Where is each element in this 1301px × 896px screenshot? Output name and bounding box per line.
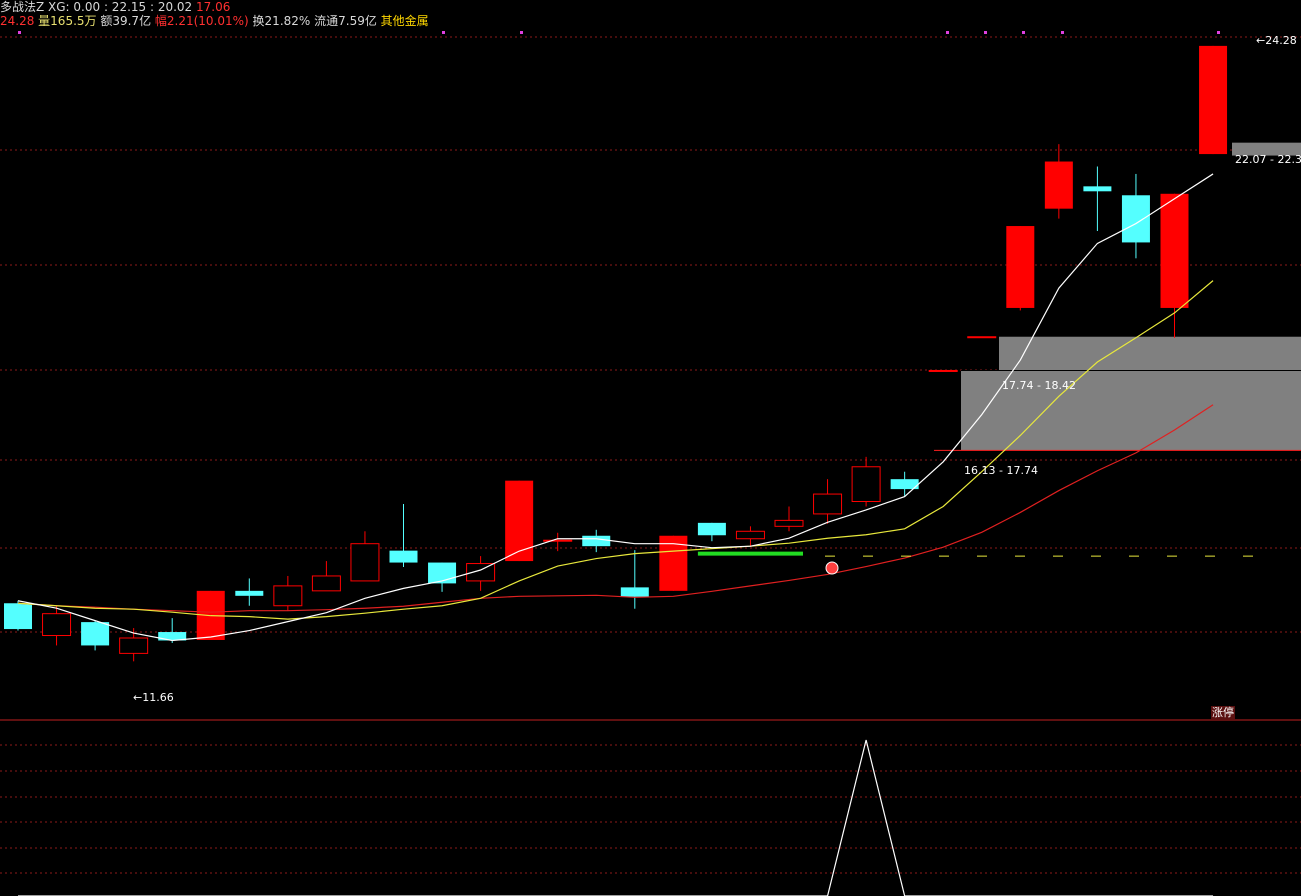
header-line-1: 多战法Z XG: 0.00 : 22.15 : 20.02 17.06 — [0, 0, 230, 14]
marker-dot — [1022, 31, 1025, 34]
candle-body — [543, 539, 573, 542]
candle-body — [311, 575, 341, 592]
marker-dot — [984, 31, 987, 34]
zone-label: 17.74 - 18.42 — [1002, 379, 1076, 392]
zone-label: 16.13 - 17.74 — [964, 464, 1038, 477]
candle-body — [428, 562, 457, 584]
price-zone — [999, 336, 1301, 371]
candle-body — [350, 543, 380, 582]
candle-body — [813, 493, 843, 515]
zone-label: 22.07 - 22.33 — [1235, 153, 1301, 166]
candle-body — [4, 603, 32, 630]
candle-body — [1160, 193, 1189, 308]
header-item: 多战法Z XG: 0.00 : 22.15 : 20.02 — [0, 0, 196, 14]
candle-body — [1083, 186, 1112, 192]
candle-body — [735, 530, 765, 540]
marker-dot — [442, 31, 445, 34]
candle-body — [851, 466, 881, 503]
marker-dot — [520, 31, 523, 34]
candle-body — [1044, 161, 1073, 209]
marker-dot — [18, 31, 21, 34]
candle-body — [774, 519, 804, 527]
marker-dot — [1217, 31, 1220, 34]
candle-body — [81, 622, 110, 646]
header-item: 17.06 — [196, 0, 231, 14]
marker-dot — [1061, 31, 1064, 34]
candle-body — [1199, 45, 1228, 155]
candle-body — [505, 480, 534, 562]
low-price-label: ←11.66 — [133, 691, 174, 704]
candle-body — [928, 369, 958, 372]
candle-body — [235, 590, 264, 596]
signal-ball — [825, 561, 839, 575]
price-grid — [0, 31, 1301, 874]
candle-body — [119, 637, 149, 654]
candle-body — [582, 535, 611, 547]
header-item: 量165.5万 — [38, 14, 101, 28]
candle-body — [389, 550, 418, 563]
header-item: 流通7.59亿 — [314, 14, 381, 28]
candle-body — [42, 613, 72, 637]
candle-body — [273, 585, 303, 607]
kline-chart[interactable]: 16.13 - 17.74 17.74 - 18.42 22.07 - 22.33 ←… — [0, 0, 1301, 896]
chart-markers — [697, 551, 1265, 575]
candle-body — [697, 522, 726, 536]
candle-body — [620, 587, 649, 597]
header-line-2: 24.28 量165.5万 额39.7亿 幅2.21(10.01%) 换21.8… — [0, 14, 429, 28]
high-price-label: ←24.28 — [1256, 34, 1297, 47]
header-item: 换21.82% — [252, 14, 315, 28]
header-item: 其他金属 — [380, 14, 429, 28]
marker-dot — [946, 31, 949, 34]
candle-body — [1006, 226, 1035, 308]
candle-body — [967, 336, 997, 339]
header-item: 24.28 — [0, 14, 39, 28]
candle-body — [1121, 195, 1150, 243]
limit-up-badge: 涨停 — [1211, 706, 1235, 719]
header-item: 幅2.21(10.01%) — [154, 14, 253, 28]
header-item: 额39.7亿 — [100, 14, 155, 28]
